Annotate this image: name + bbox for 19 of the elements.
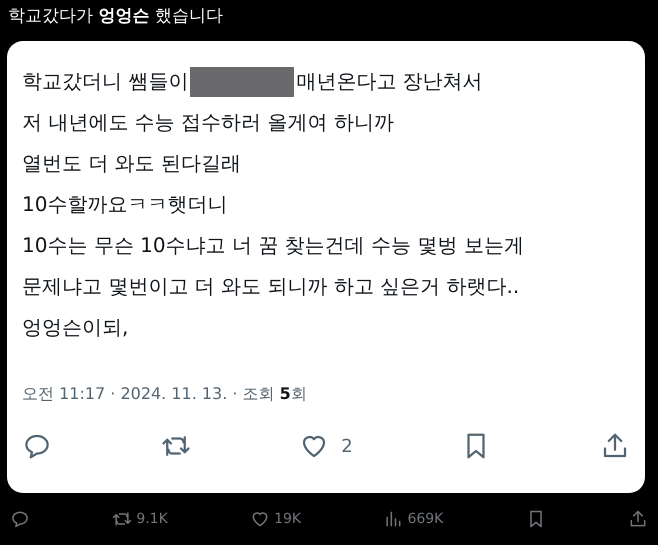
views-button[interactable]: 669K <box>383 509 444 529</box>
like-button[interactable]: 2 <box>299 431 353 461</box>
post-meta: 오전 11:17 · 2024. 11. 13. · 조회 5회 <box>22 384 308 405</box>
post-text: 10수할까요ㅋㅋ햇더니 <box>22 191 228 218</box>
post-text: 엉엉슨이되, <box>22 314 128 341</box>
post-text: 열번도 더 와도 된다길래 <box>22 150 242 177</box>
post-text: 학교갔더니 쌤들이 <box>22 68 188 95</box>
reply-button[interactable] <box>10 509 30 529</box>
post-title: 학교갔다가 엉엉슨 했습니다 <box>7 5 224 28</box>
retweet-button[interactable]: 9.1K <box>112 509 168 529</box>
reply-icon <box>10 509 30 529</box>
post-text: 문제냐고 몇번이고 더 와도 되니까 하고 싶은거 하랫다.. <box>22 273 520 300</box>
like-button[interactable]: 19K <box>250 509 302 529</box>
post-text: 저 내년에도 수능 접수하러 올게여 하니까 <box>22 109 394 136</box>
share-icon <box>628 509 648 529</box>
post-text: 매년온다고 장난쳐서 <box>296 68 483 95</box>
heart-icon <box>250 509 270 529</box>
share-button[interactable] <box>628 509 648 529</box>
post-text: 10수는 무슨 10수냐고 너 꿈 찾는건데 수능 몇벙 보는게 <box>22 232 524 259</box>
